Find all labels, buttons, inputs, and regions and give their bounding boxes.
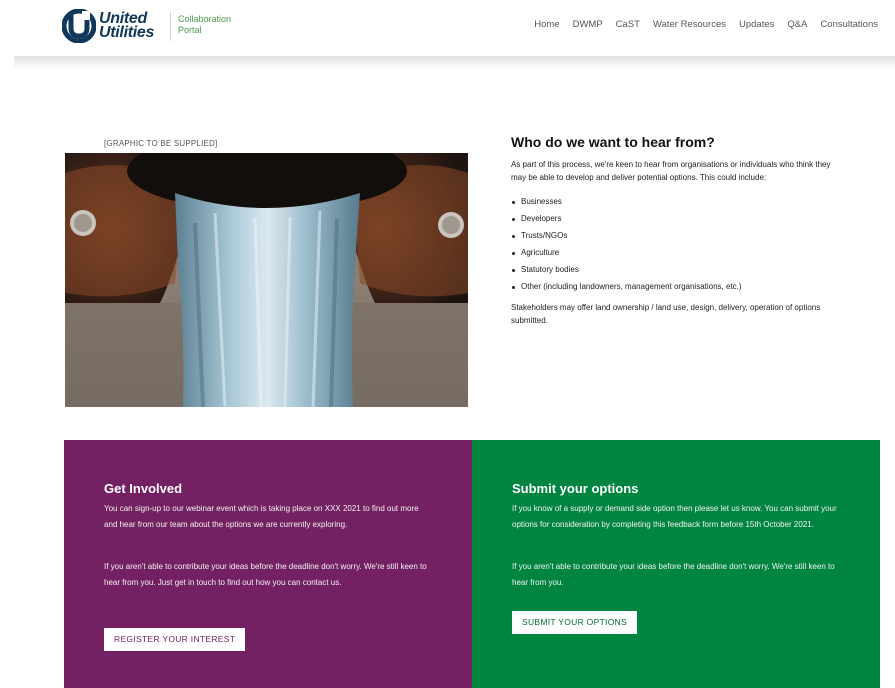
portal-title-line2: Portal [178,25,202,35]
united-utilities-logo-mark-icon [62,9,96,43]
submit-options-heading: Submit your options [512,481,639,496]
portal-title-line1: Collaboration [178,14,232,24]
water-pipe-image [65,153,468,407]
united-utilities-logo[interactable]: United Utilities [62,8,172,44]
get-involved-panel: Get Involved You can sign-up to our webi… [64,440,472,688]
site-header: United Utilities Collaboration Portal Ho… [0,0,895,58]
get-involved-text-1: You can sign-up to our webinar event whi… [104,504,419,529]
register-interest-button[interactable]: REGISTER YOUR INTEREST [104,628,246,651]
water-pipe-outflow-image [65,153,468,407]
graphic-placeholder-note: [GRAPHIC TO BE SUPPLIED] [104,139,218,148]
submit-options-panel: Submit your options If you know of a sup… [472,440,880,688]
logo-divider [170,11,171,41]
portal-title: Collaboration Portal [178,14,231,36]
who-outro: Stakeholders may offer land ownership / … [511,303,821,325]
nav-item-consultations[interactable]: Consultations [820,19,878,30]
submit-options-text-2: If you aren't able to contribute your id… [512,562,835,587]
nav-item-updates[interactable]: Updates [739,19,774,30]
submit-options-button[interactable]: SUBMIT YOUR OPTIONS [512,611,638,634]
who-heading: Who do we want to hear from? [511,134,715,150]
who-list: Businesses Developers Trusts/NGOs Agricu… [511,193,841,295]
nav-item-cast[interactable]: CaST [616,19,640,30]
who-intro: As part of this process, we're keen to h… [511,160,831,182]
submit-options-text-1: If you know of a supply or demand side o… [512,504,837,529]
nav-item-home[interactable]: Home [534,19,559,30]
list-item: Statutory bodies [511,261,841,278]
list-item: Other (including landowners, management … [511,278,841,295]
list-item: Developers [511,210,841,227]
list-item: Trusts/NGOs [511,227,841,244]
list-item: Agriculture [511,244,841,261]
logo-text-line2: Utilities [99,24,155,41]
list-item: Businesses [511,193,841,210]
nav-item-water-resources[interactable]: Water Resources [653,19,726,30]
main-nav: Home DWMP CaST Water Resources Updates Q… [521,19,878,30]
get-involved-text-2: If you aren't able to contribute your id… [104,562,427,587]
nav-item-qa[interactable]: Q&A [787,19,807,30]
nav-item-dwmp[interactable]: DWMP [573,19,603,30]
get-involved-heading: Get Involved [104,481,183,496]
header-shadow [14,56,895,70]
who-section: Who do we want to hear from? As part of … [511,134,841,327]
